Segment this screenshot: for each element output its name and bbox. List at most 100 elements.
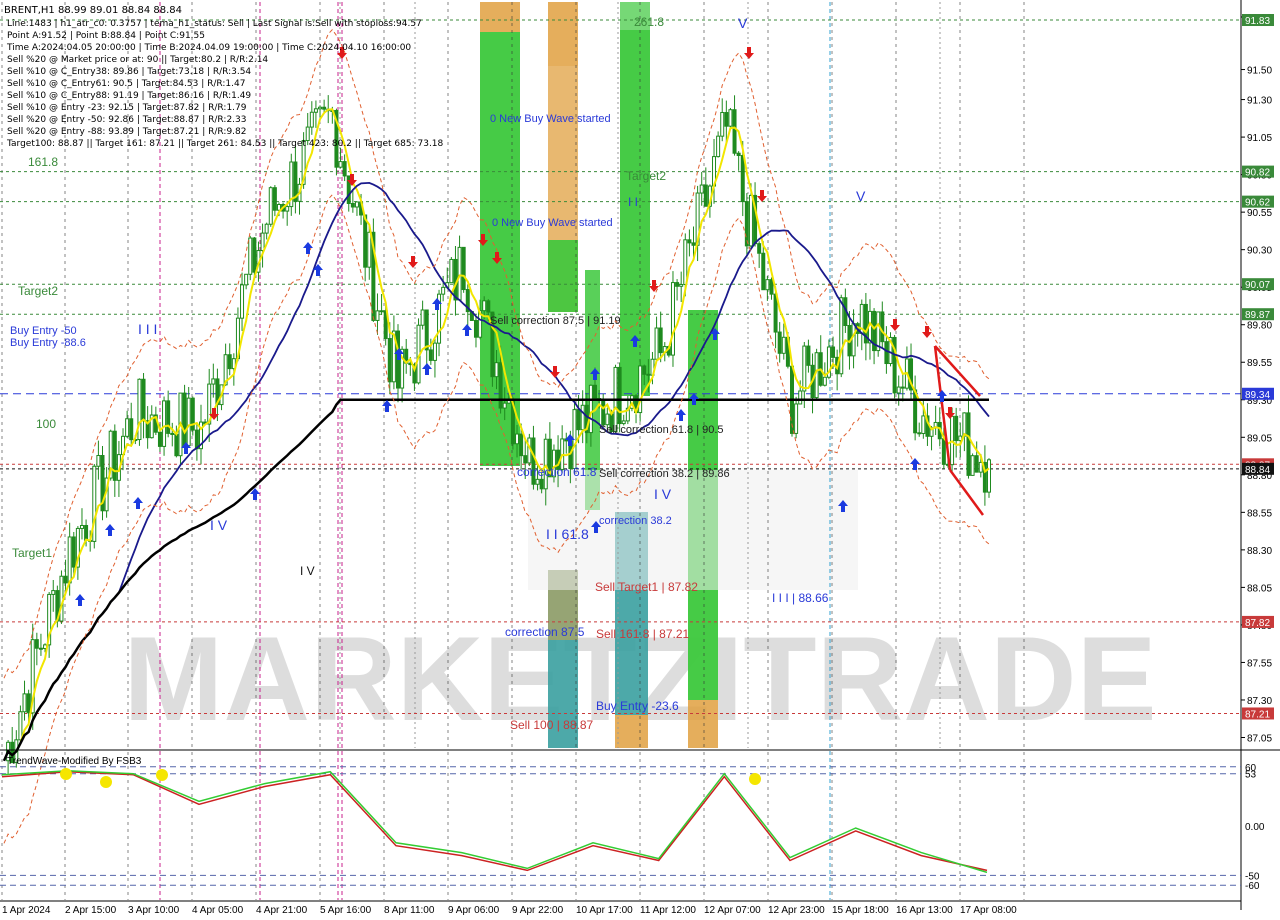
candle-body: [375, 310, 380, 321]
candle-body: [642, 365, 647, 375]
candle-body: [913, 389, 918, 434]
time-tick-label: 9 Apr 22:00: [512, 905, 564, 916]
candle-body: [498, 362, 503, 409]
time-tick-label: 12 Apr 23:00: [768, 905, 825, 916]
candle-body: [486, 300, 491, 313]
candle-body: [802, 345, 807, 392]
info-line: Sell %20 @ Entry -88: 93.89 | Target:87.…: [7, 127, 246, 137]
candle-body: [720, 112, 725, 137]
info-line: Sell %10 @ C_Entry38: 89.86 | Target:73.…: [7, 67, 251, 77]
candle-body: [22, 693, 27, 713]
price-marker-label: 89.34: [1245, 390, 1270, 401]
candle-body: [580, 404, 585, 431]
time-tick-label: 10 Apr 17:00: [576, 905, 633, 916]
candle-body: [79, 524, 84, 529]
price-marker-label: 87.21: [1245, 709, 1270, 720]
chart-label-note: correction 61.8: [517, 465, 597, 479]
zone-green_zone: [548, 240, 578, 312]
candle-body: [244, 273, 249, 286]
osc-signal-dot: [749, 773, 761, 785]
chart-label-wave: I V: [210, 517, 228, 533]
candle-body: [744, 201, 749, 247]
zone-orange_zone: [688, 700, 718, 748]
candle-body: [880, 311, 885, 343]
candle-body: [523, 455, 528, 464]
candle-body: [63, 575, 68, 584]
candle-body: [457, 246, 462, 301]
candle-body: [162, 400, 167, 447]
axis-tick-label: 89.05: [1247, 433, 1272, 444]
chart-label-note: 0 New Buy Wave started: [492, 217, 613, 229]
time-tick-label: 2 Apr 15:00: [65, 905, 117, 916]
candle-body: [125, 418, 130, 437]
candle-body: [921, 415, 926, 434]
candle-body: [966, 412, 971, 476]
axis-tick-label: 87.05: [1247, 733, 1272, 744]
time-tick-label: 9 Apr 06:00: [448, 905, 500, 916]
chart-canvas: MARKETZITRADE 161.8Target2100Target1261.…: [0, 0, 1280, 920]
axis-tick-label: 88.55: [1247, 508, 1272, 519]
candle-body: [703, 184, 708, 207]
candle-body: [211, 378, 216, 385]
candle-body: [970, 455, 975, 476]
candle-body: [601, 400, 606, 426]
candle-body: [449, 258, 454, 284]
info-line: Sell %20 @ Market price or at: 90 || Tar…: [7, 55, 268, 65]
chart-label-note: Buy Entry -88.6: [10, 337, 86, 349]
axis-tick-label: 88.30: [1247, 546, 1272, 557]
chart-label-fib: 261.8: [634, 15, 664, 29]
chart-label-wave: I V: [300, 564, 315, 578]
time-tick-label: 4 Apr 21:00: [256, 905, 308, 916]
candle-body: [363, 214, 368, 268]
candle-body: [170, 432, 175, 435]
candle-body: [428, 349, 433, 361]
chart-label-wave: V: [856, 188, 866, 204]
candle-body: [658, 327, 663, 354]
price-marker-label: 88.84: [1245, 465, 1270, 476]
time-tick-label: 4 Apr 05:00: [192, 905, 244, 916]
osc-signal-dot: [60, 768, 72, 780]
candle-body: [313, 108, 318, 113]
candle-body: [822, 376, 827, 386]
candle-body: [679, 283, 684, 287]
candle-body: [757, 243, 762, 254]
info-line: Time A:2024.04.05 20:00:00 | Time B:2024…: [6, 43, 411, 53]
candle-body: [794, 403, 799, 434]
chart-label-note: correction 38.2: [599, 515, 672, 527]
price-marker-label: 87.82: [1245, 618, 1270, 629]
time-tick-label: 16 Apr 13:00: [896, 905, 953, 916]
candle-body: [781, 336, 786, 354]
candle-body: [798, 390, 803, 405]
candle-body: [941, 438, 946, 465]
candle-body: [379, 310, 384, 313]
chart-label-note: Sell correction 38.2 | 89.86: [599, 468, 730, 480]
axis-tick-label: 89.55: [1247, 358, 1272, 369]
candle-body: [309, 111, 314, 128]
time-tick-label: 5 Apr 16:00: [320, 905, 372, 916]
candle-body: [38, 647, 43, 650]
candle-body: [617, 366, 622, 425]
chart-label-fib: Target2: [18, 284, 58, 298]
candle-body: [141, 378, 146, 422]
chart-label-note: Sell correction 61.8 | 90.5: [599, 424, 724, 436]
chart-label-wave: I I: [628, 195, 638, 209]
candle-body: [728, 109, 733, 127]
candle-body: [71, 536, 76, 568]
candle-body: [338, 161, 343, 168]
candle-body: [732, 109, 737, 154]
candle-body: [900, 386, 905, 389]
axis-tick-label: 87.55: [1247, 658, 1272, 669]
candle-body: [699, 184, 704, 194]
candle-body: [748, 194, 753, 247]
chart-label-wave: I I I | 88.66: [772, 591, 829, 605]
zone-orange_zone: [480, 2, 520, 32]
candle-body: [519, 433, 524, 457]
price-marker-label: 90.62: [1245, 198, 1270, 209]
candle-body: [576, 409, 581, 431]
chart-label-note: correction 87.5: [505, 625, 585, 639]
candle-body: [240, 284, 245, 319]
candle-body: [777, 331, 782, 354]
info-line: Sell %10 @ C_Entry61: 90.5 | Target:84.5…: [7, 79, 245, 89]
candle-body: [687, 239, 692, 244]
candle-body: [350, 202, 355, 208]
